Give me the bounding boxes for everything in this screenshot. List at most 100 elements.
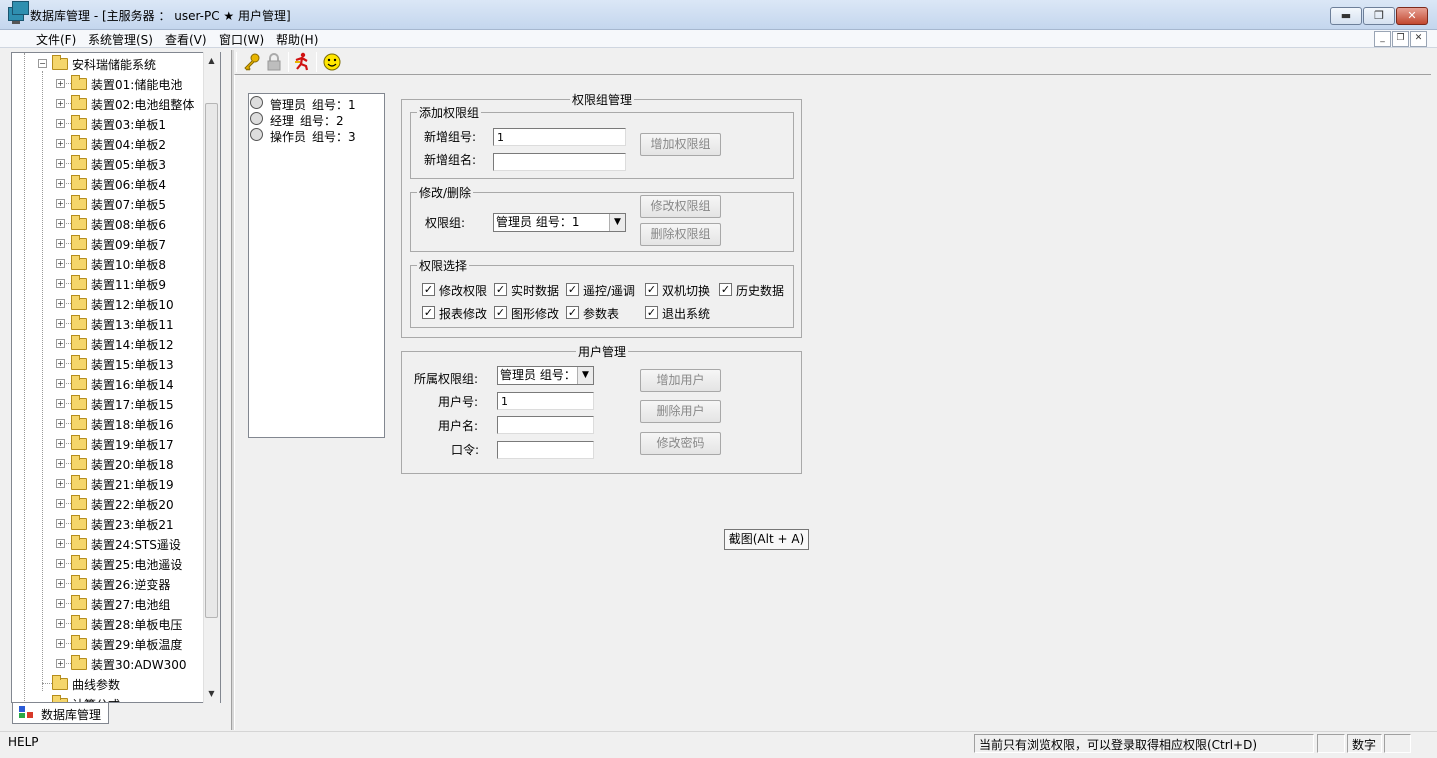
tree-node-device[interactable]: + 装置07:单板5 (12, 194, 212, 214)
tree-node-device[interactable]: + 装置13:单板11 (12, 314, 212, 334)
password-input[interactable] (497, 441, 594, 459)
expand-icon[interactable]: + (56, 479, 65, 488)
tree-node-device[interactable]: + 装置28:单板电压 (12, 614, 212, 634)
tree-node-device[interactable]: + 装置19:单板17 (12, 434, 212, 454)
tree-node-device[interactable]: + 装置03:单板1 (12, 114, 212, 134)
tree-node-device[interactable]: + 装置11:单板9 (12, 274, 212, 294)
permission-checkbox[interactable]: ✓ (566, 283, 579, 296)
user-no-input[interactable] (497, 392, 594, 410)
key-icon[interactable] (242, 52, 262, 72)
tree-node-device[interactable]: + 装置02:电池组整体 (12, 94, 212, 114)
expand-icon[interactable]: + (56, 339, 65, 348)
tree-node-device[interactable]: + 装置15:单板13 (12, 354, 212, 374)
expand-icon[interactable]: + (56, 199, 65, 208)
document-icon[interactable] (12, 1, 29, 15)
tree-node-device[interactable]: + 装置21:单板19 (12, 474, 212, 494)
tree-node-item[interactable]: 曲线参数 (12, 674, 212, 694)
group-select[interactable]: 管理员 组号：1 ▼ (493, 213, 626, 232)
tree-node-device[interactable]: + 装置18:单板16 (12, 414, 212, 434)
smiley-icon[interactable] (322, 52, 342, 72)
group-list-item[interactable]: 操作员 组号：3 (250, 127, 383, 144)
expand-icon[interactable]: + (56, 459, 65, 468)
menu-view[interactable]: 查看(V) (165, 31, 207, 48)
expand-icon[interactable]: + (56, 279, 65, 288)
expand-icon[interactable]: + (56, 359, 65, 368)
tree-node-device[interactable]: + 装置16:单板14 (12, 374, 212, 394)
close-button[interactable]: ✕ (1396, 7, 1428, 25)
tree-node-device[interactable]: + 装置14:单板12 (12, 334, 212, 354)
expand-icon[interactable]: + (56, 139, 65, 148)
tree-node-device[interactable]: + 装置10:单板8 (12, 254, 212, 274)
tree-node-device[interactable]: + 装置01:储能电池 (12, 74, 212, 94)
tree-node-device[interactable]: + 装置29:单板温度 (12, 634, 212, 654)
change-password-button[interactable]: 修改密码 (640, 432, 721, 455)
collapse-icon[interactable]: − (38, 59, 47, 68)
delete-group-button[interactable]: 删除权限组 (640, 223, 721, 246)
database-tree[interactable]: − 安科瑞储能系统 + 装置01:储能电池 + 装置02:电池组整体 + 装置03:单板1 + 装… (11, 52, 221, 703)
chevron-down-icon[interactable]: ▼ (577, 367, 593, 384)
scroll-down-icon[interactable]: ▼ (205, 687, 218, 701)
tab-database-management[interactable]: 数据库管理 (12, 703, 109, 724)
minimize-button[interactable]: ▬ (1330, 7, 1362, 25)
modify-group-button[interactable]: 修改权限组 (640, 195, 721, 218)
permission-group-list[interactable]: 管理员 组号：1 经理 组号：2 操作员 组号：3 (248, 93, 385, 438)
tree-node-device[interactable]: + 装置26:逆变器 (12, 574, 212, 594)
permission-checkbox[interactable]: ✓ (494, 306, 507, 319)
tree-scroll-thumb[interactable] (205, 103, 218, 618)
add-user-button[interactable]: 增加用户 (640, 369, 721, 392)
tree-node-device[interactable]: + 装置30:ADW300 (12, 654, 212, 674)
tree-node-device[interactable]: + 装置09:单板7 (12, 234, 212, 254)
expand-icon[interactable]: + (56, 499, 65, 508)
menu-file[interactable]: 文件(F) (36, 31, 76, 48)
runner-icon[interactable] (292, 52, 312, 72)
tree-node-device[interactable]: + 装置24:STS遥设 (12, 534, 212, 554)
expand-icon[interactable]: + (56, 639, 65, 648)
expand-icon[interactable]: + (56, 619, 65, 628)
permission-checkbox[interactable]: ✓ (566, 306, 579, 319)
tree-node-device[interactable]: + 装置08:单板6 (12, 214, 212, 234)
expand-icon[interactable]: + (56, 99, 65, 108)
expand-icon[interactable]: + (56, 439, 65, 448)
expand-icon[interactable]: + (56, 239, 65, 248)
add-group-button[interactable]: 增加权限组 (640, 133, 721, 156)
expand-icon[interactable]: + (56, 119, 65, 128)
lock-icon[interactable] (264, 52, 284, 72)
tree-node-device[interactable]: + 装置06:单板4 (12, 174, 212, 194)
expand-icon[interactable]: + (56, 219, 65, 228)
expand-icon[interactable]: + (56, 379, 65, 388)
permission-checkbox[interactable]: ✓ (719, 283, 732, 296)
new-group-name-input[interactable] (493, 153, 626, 171)
group-list-item[interactable]: 经理 组号：2 (250, 111, 383, 128)
maximize-button[interactable]: ❐ (1363, 7, 1395, 25)
permission-checkbox[interactable]: ✓ (645, 283, 658, 296)
menu-help[interactable]: 帮助(H) (276, 31, 318, 48)
tree-node-device[interactable]: + 装置04:单板2 (12, 134, 212, 154)
mdi-minimize-button[interactable]: _ (1374, 31, 1391, 47)
tree-node-device[interactable]: + 装置22:单板20 (12, 494, 212, 514)
expand-icon[interactable]: + (56, 79, 65, 88)
expand-icon[interactable]: + (56, 659, 65, 668)
expand-icon[interactable]: + (56, 579, 65, 588)
tree-node-device[interactable]: + 装置05:单板3 (12, 154, 212, 174)
tree-node-root[interactable]: − 安科瑞储能系统 (12, 54, 212, 74)
expand-icon[interactable]: + (56, 319, 65, 328)
tree-node-device[interactable]: + 装置17:单板15 (12, 394, 212, 414)
expand-icon[interactable]: + (56, 179, 65, 188)
tree-node-device[interactable]: + 装置25:电池遥设 (12, 554, 212, 574)
user-group-select[interactable]: 管理员 组号： ▼ (497, 366, 594, 385)
tree-node-device[interactable]: + 装置20:单板18 (12, 454, 212, 474)
mdi-close-button[interactable]: ✕ (1410, 31, 1427, 47)
menu-window[interactable]: 窗口(W) (219, 31, 264, 48)
permission-checkbox[interactable]: ✓ (422, 283, 435, 296)
expand-icon[interactable]: + (56, 559, 65, 568)
permission-checkbox[interactable]: ✓ (422, 306, 435, 319)
expand-icon[interactable]: + (56, 159, 65, 168)
tree-node-device[interactable]: + 装置27:电池组 (12, 594, 212, 614)
scroll-up-icon[interactable]: ▲ (205, 54, 218, 68)
permission-checkbox[interactable]: ✓ (645, 306, 658, 319)
expand-icon[interactable]: + (56, 399, 65, 408)
expand-icon[interactable]: + (56, 539, 65, 548)
tree-node-device[interactable]: + 装置12:单板10 (12, 294, 212, 314)
permission-checkbox[interactable]: ✓ (494, 283, 507, 296)
tree-node-item[interactable]: 计算公式 (12, 694, 212, 702)
